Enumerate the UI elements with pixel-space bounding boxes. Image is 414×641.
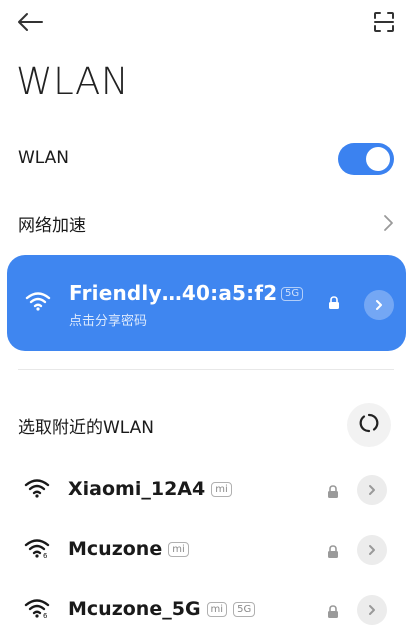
network-row-mcuzone[interactable]: 6 Mcuzone mi	[0, 522, 414, 578]
network-details-button[interactable]	[364, 290, 394, 320]
chevron-right-icon	[376, 300, 382, 310]
network-acceleration-label: 网络加速	[18, 216, 86, 236]
toggle-knob	[366, 147, 390, 171]
scan-button[interactable]	[366, 6, 402, 42]
wifi-signal-icon	[24, 478, 50, 502]
divider	[18, 369, 394, 370]
network-name: Mcuzone_5G	[68, 598, 201, 620]
mi-tag: mi	[168, 541, 189, 557]
chevron-right-icon	[369, 485, 375, 495]
connected-network-name: Friendly…40:a5:f2	[69, 281, 278, 305]
wifi-6-signal-icon: 6	[24, 538, 50, 562]
lock-icon	[326, 484, 340, 503]
svg-text:6: 6	[43, 552, 48, 558]
lock-icon	[326, 604, 340, 623]
chevron-right-icon	[369, 605, 375, 615]
network-row-mcuzone-5g[interactable]: 6 Mcuzone_5G mi 5G	[0, 582, 414, 638]
network-details-button[interactable]	[357, 535, 387, 565]
network-acceleration-row[interactable]: 网络加速	[0, 198, 414, 248]
arrow-left-icon	[16, 12, 44, 36]
wifi-icon	[25, 291, 51, 315]
svg-text:6: 6	[43, 612, 48, 618]
network-row-xiaomi-12a4[interactable]: Xiaomi_12A4 mi	[0, 462, 414, 518]
network-name: Mcuzone	[68, 538, 163, 560]
wlan-toggle-label: WLAN	[18, 148, 70, 168]
share-password-hint: 点击分享密码	[69, 314, 148, 329]
refresh-button[interactable]	[347, 403, 391, 447]
wifi-6-signal-icon: 6	[24, 598, 50, 622]
mi-tag: mi	[206, 601, 228, 617]
5g-tag: 5G	[233, 601, 256, 617]
band-badge: 5G	[281, 287, 304, 301]
refresh-icon	[358, 412, 380, 438]
lock-icon	[327, 295, 341, 314]
lock-icon	[326, 544, 340, 563]
wlan-toggle[interactable]	[338, 143, 394, 175]
mi-tag: mi	[211, 481, 232, 497]
network-details-button[interactable]	[357, 595, 387, 625]
network-name: Xiaomi_12A4	[68, 478, 206, 500]
back-button[interactable]	[10, 6, 50, 42]
nearby-networks-title: 选取附近的WLAN	[18, 418, 155, 438]
network-details-button[interactable]	[357, 475, 387, 505]
connected-network-card[interactable]: Friendly…40:a5:f2 点击分享密码 5G	[7, 255, 406, 351]
chevron-right-icon	[369, 545, 375, 555]
chevron-right-icon	[378, 213, 398, 233]
page-title: WLAN	[16, 60, 130, 103]
scan-icon	[373, 11, 395, 37]
